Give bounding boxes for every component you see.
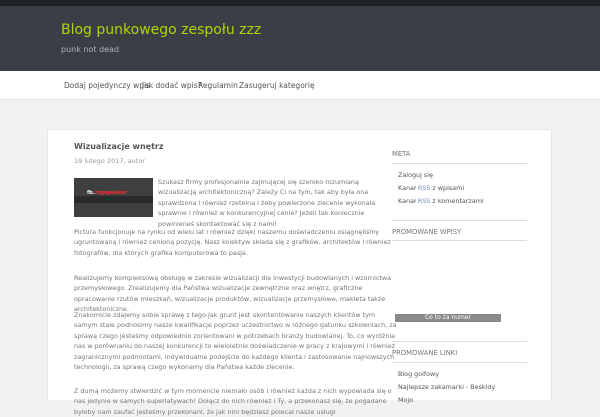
site-header: Blog punkowego zespołu zzz punk not dead — [0, 6, 600, 71]
promo-posts-title: PROMOWANE WPISY — [392, 228, 462, 236]
meta-widget-title: META — [392, 150, 411, 158]
widget-divider — [392, 341, 527, 342]
nav-item-how-to-add[interactable]: Jak dodać wpis? — [142, 81, 202, 90]
post-paragraph: Szukasz firmy profesjonalnie zajmującej … — [158, 178, 376, 228]
widget-divider — [392, 220, 527, 221]
promo-link-beskidy[interactable]: Najlepsze zakamarki - Beskidy — [398, 383, 495, 391]
widget-divider — [392, 362, 527, 363]
widget-divider — [392, 240, 527, 241]
promo-link-golf-blog[interactable]: Blog golfowy — [398, 370, 439, 378]
nav-item-suggest-category[interactable]: Zasugeruj kategorię — [239, 81, 315, 90]
promo-links-title: PROMOWANE LINKI — [392, 349, 458, 357]
post-paragraph: Z dumą możemy stwierdzić w tym momencie … — [74, 387, 392, 416]
post-paragraph: Realizujemy kompleksową obsługę w zakres… — [74, 274, 392, 314]
rss-comments-link[interactable]: Kanał RSS z komentarzami — [398, 197, 484, 205]
thumbnail-logo: fb.zzgopeeker — [87, 190, 127, 196]
content-area: Wizualizacje wnętrz 19 lutego 2017, auto… — [47, 129, 552, 416]
site-title[interactable]: Blog punkowego zespołu zzz — [61, 22, 261, 38]
thumbnail-band — [74, 196, 153, 203]
post-thumbnail[interactable]: fb.zzgopeeker — [74, 178, 153, 217]
post-meta: 19 lutego 2017, autor — [74, 157, 145, 165]
widget-divider — [392, 163, 527, 164]
post-date[interactable]: 19 lutego 2017 — [74, 157, 124, 165]
main-navigation: Dodaj pojedynczy wpis Jak dodać wpis? Re… — [0, 71, 600, 100]
post-author[interactable]: autor — [128, 157, 145, 165]
promo-post-item[interactable]: Co to za numer — [395, 314, 501, 322]
post-title[interactable]: Wizualizacje wnętrz — [74, 142, 164, 151]
login-link[interactable]: Zaloguj się — [398, 171, 433, 179]
promo-link-mojo[interactable]: Mojo — [398, 396, 413, 404]
post-paragraph: Pictura funkcjonuje na rynku od wielu la… — [74, 228, 391, 257]
site-tagline: punk not dead — [61, 45, 120, 54]
nav-item-rules[interactable]: Regulamin — [198, 81, 238, 90]
nav-item-add-post[interactable]: Dodaj pojedynczy wpis — [64, 81, 150, 90]
post-paragraph: Znakomicie zdajemy sobie sprawę z tego j… — [74, 311, 397, 372]
rss-posts-link[interactable]: Kanał RSS z wpisami — [398, 184, 464, 192]
